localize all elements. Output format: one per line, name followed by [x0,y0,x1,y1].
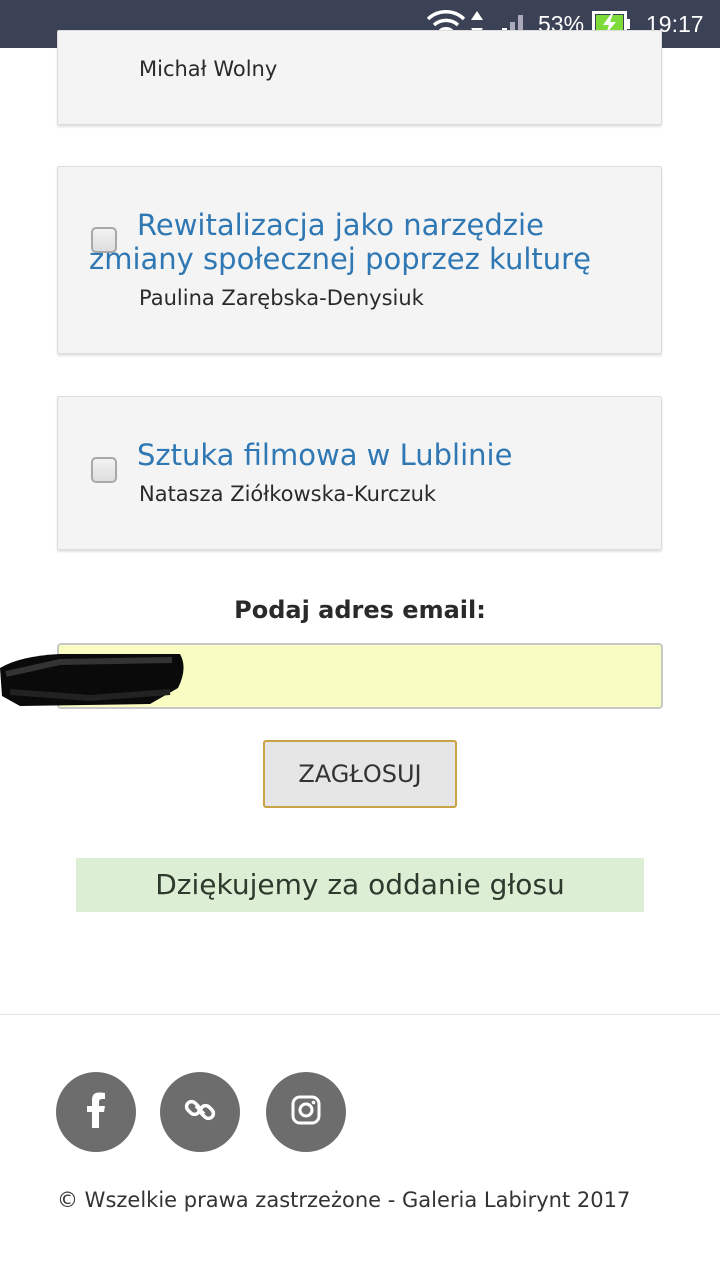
link-icon [183,1093,217,1132]
candidate-title-line2[interactable]: zmiany społecznej poprzez kulturę [89,242,591,276]
candidate-author: Paulina Zarębska-Denysiuk [139,286,424,310]
success-message: Dziękujemy za oddanie głosu [76,858,644,912]
candidate-author: Michał Wolny [139,57,278,81]
instagram-icon [291,1095,321,1130]
vote-button[interactable]: ZAGŁOSUJ [263,740,457,808]
facebook-icon [85,1092,107,1133]
candidate-title[interactable]: Rewitalizacja jako narzędzie [137,208,544,242]
email-label: Podaj adres email: [234,596,486,624]
candidate-title[interactable]: Sztuka filmowa w Lublinie [137,438,512,472]
candidate-checkbox[interactable] [91,457,117,483]
redaction-scribble [0,654,184,706]
footer-divider [0,1014,720,1015]
copyright-text: © Wszelkie prawa zastrzeżone - Galeria L… [57,1188,631,1212]
candidate-card: Rewitalizacja jako narzędzie zmiany społ… [57,166,662,354]
facebook-button[interactable] [56,1072,136,1152]
instagram-button[interactable] [266,1072,346,1152]
candidate-author: Natasza Ziółkowska-Kurczuk [139,482,437,506]
candidate-card: Michał Wolny [57,30,662,125]
link-button[interactable] [160,1072,240,1152]
candidate-card: Sztuka filmowa w Lublinie Natasza Ziółko… [57,396,662,550]
